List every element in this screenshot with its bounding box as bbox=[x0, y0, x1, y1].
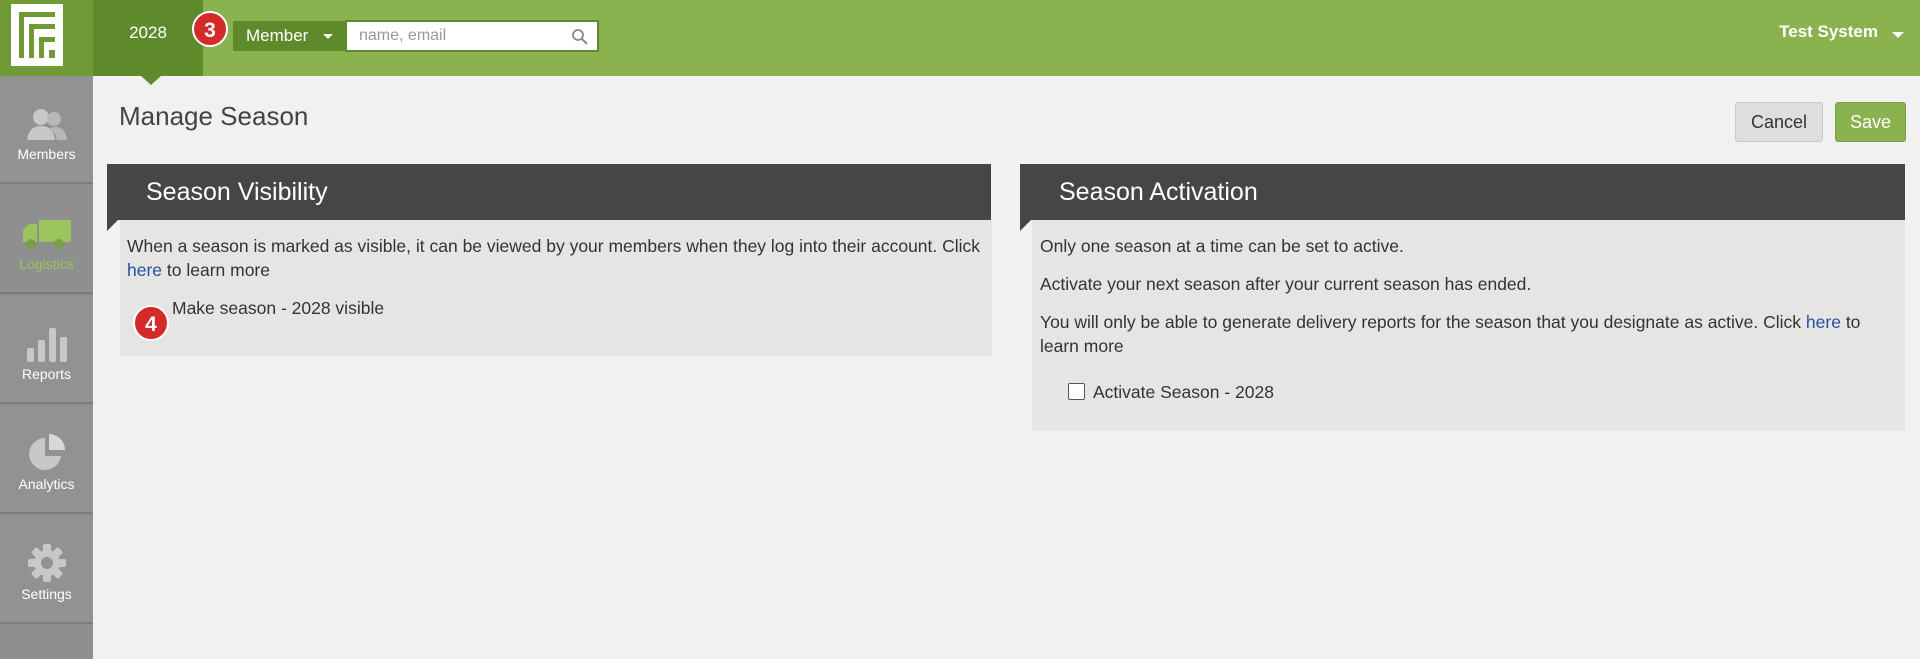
search-input[interactable] bbox=[347, 22, 562, 50]
step-badge-4: 4 bbox=[133, 305, 169, 341]
sidebar-item-settings[interactable]: Settings bbox=[0, 516, 93, 624]
visibility-text: When a season is marked as visible, it c… bbox=[127, 236, 981, 256]
visible-option-label: Make season - 2028 visible bbox=[172, 298, 385, 318]
sidebar-item-label: Analytics bbox=[18, 476, 75, 492]
sidebar-item-label: Reports bbox=[21, 366, 72, 382]
sidebar-item-members[interactable]: Members bbox=[0, 76, 93, 184]
sidebar: Members Logistics Reports Analytics Sett… bbox=[0, 76, 93, 659]
cancel-button[interactable]: Cancel bbox=[1735, 102, 1823, 142]
tab-notch bbox=[140, 75, 162, 85]
visibility-text-after: to learn more bbox=[162, 260, 270, 280]
activation-panel-title: Season Activation bbox=[1059, 178, 1258, 206]
page-title: Manage Season bbox=[119, 101, 309, 131]
save-button[interactable]: Save bbox=[1835, 102, 1906, 142]
activation-line1: Only one season at a time can be set to … bbox=[1040, 236, 1404, 256]
season-tab[interactable]: 2028 bbox=[93, 0, 203, 85]
search-type-dropdown[interactable]: Member bbox=[233, 21, 345, 51]
search-box bbox=[345, 20, 599, 52]
bar-chart-icon bbox=[26, 328, 67, 362]
step-badge-3: 3 bbox=[192, 11, 228, 47]
sidebar-item-analytics[interactable]: Analytics bbox=[0, 406, 93, 514]
panel-fold bbox=[107, 220, 118, 231]
user-menu[interactable]: Test System bbox=[1779, 22, 1878, 42]
visible-option[interactable]: Make season - 2028 visible bbox=[127, 296, 984, 320]
activate-option: Activate Season - 2028 bbox=[1040, 380, 1865, 404]
activation-panel-header: Season Activation bbox=[1020, 164, 1905, 220]
sidebar-item-reports[interactable]: Reports bbox=[0, 296, 93, 404]
truck-icon bbox=[22, 220, 71, 249]
top-bar: 2028 3 Member Test System bbox=[0, 0, 1920, 85]
activation-panel-body: Only one season at a time can be set to … bbox=[1032, 220, 1905, 431]
activate-season-checkbox[interactable] bbox=[1068, 383, 1085, 400]
search-icon[interactable] bbox=[571, 28, 589, 46]
activation-learn-more-link[interactable]: here bbox=[1806, 312, 1841, 332]
visibility-description: When a season is marked as visible, it c… bbox=[127, 234, 984, 282]
visibility-learn-more-link[interactable]: here bbox=[127, 260, 162, 280]
season-tab-label: 2028 bbox=[129, 23, 167, 42]
gear-icon bbox=[27, 544, 66, 582]
pie-chart-icon bbox=[28, 434, 65, 470]
members-icon bbox=[26, 109, 67, 140]
activation-line2: Activate your next season after your cur… bbox=[1040, 274, 1532, 294]
activation-text: You will only be able to generate delive… bbox=[1040, 312, 1806, 332]
visibility-panel-body: When a season is marked as visible, it c… bbox=[120, 220, 992, 356]
sidebar-item-label: Members bbox=[17, 146, 76, 162]
sidebar-item-label: Settings bbox=[21, 586, 72, 602]
search-type-label: Member bbox=[246, 26, 309, 45]
activation-line3: You will only be able to generate delive… bbox=[1040, 310, 1865, 358]
sidebar-item-logistics[interactable]: Logistics bbox=[0, 186, 93, 294]
visibility-panel-header: Season Visibility bbox=[107, 164, 991, 220]
visibility-panel-title: Season Visibility bbox=[146, 178, 328, 206]
panel-fold bbox=[1020, 220, 1031, 231]
activate-option-label: Activate Season - 2028 bbox=[1093, 382, 1274, 402]
logo-icon bbox=[11, 4, 63, 66]
sidebar-item-label: Logistics bbox=[19, 256, 74, 272]
app-logo[interactable] bbox=[0, 0, 93, 76]
user-menu-chevron-icon[interactable] bbox=[1892, 32, 1904, 38]
chevron-down-icon bbox=[323, 34, 333, 39]
